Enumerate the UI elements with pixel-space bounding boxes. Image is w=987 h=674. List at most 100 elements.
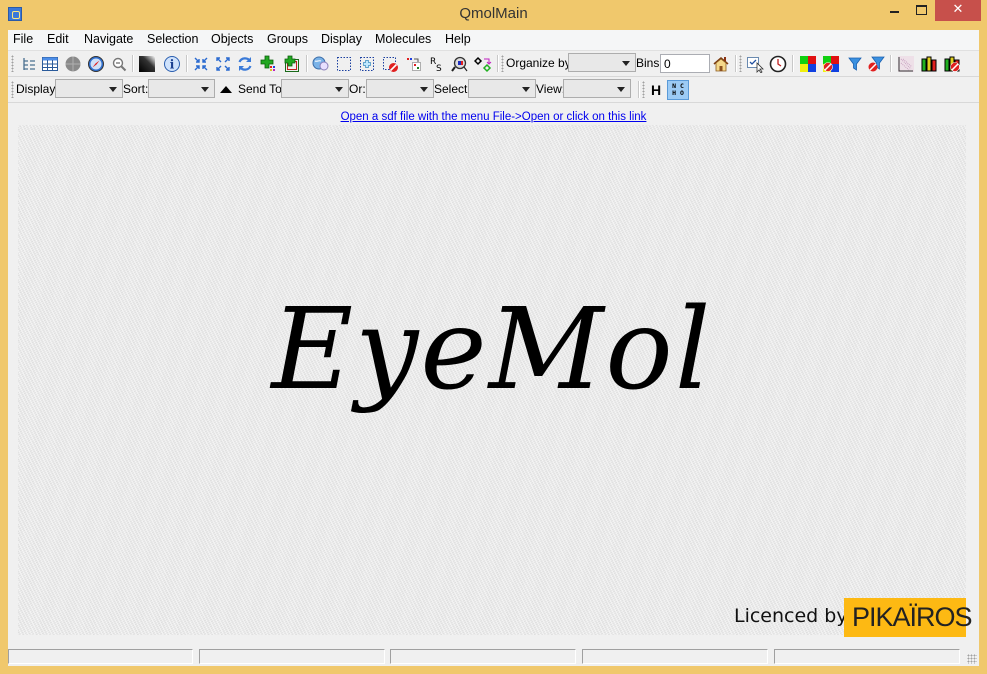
filter-toolbar: Display: Sort: Send To: Or: Select: View… — [8, 77, 979, 103]
select-remove-icon[interactable] — [381, 55, 399, 73]
open-sdf-link[interactable]: Open a sdf file with the menu File->Open… — [8, 111, 979, 123]
atom-labels-toggle-button[interactable]: N C H O — [667, 80, 689, 100]
or-dropdown[interactable] — [366, 79, 434, 98]
scatter-icon[interactable] — [897, 55, 915, 73]
hydrogen-toggle-button[interactable]: H — [647, 81, 665, 99]
bar-chart-icon[interactable] — [920, 55, 938, 73]
pikairos-logo: PIKAÏROS — [844, 598, 973, 637]
main-toolbar: i R S Organize by: Bins: 0 — [8, 51, 979, 77]
toolbar-grip[interactable] — [11, 81, 14, 98]
select-dropdown[interactable] — [468, 79, 536, 98]
sort-label: Sort: — [123, 82, 149, 96]
menu-bar: File Edit Navigate Selection Objects Gro… — [8, 30, 979, 51]
bar-chart-clear-icon[interactable] — [943, 55, 961, 73]
select-add-icon[interactable] — [358, 55, 376, 73]
home-icon[interactable] — [712, 55, 730, 73]
bins-label: Bins: — [636, 56, 663, 70]
status-pane — [774, 649, 960, 664]
client-area: File Edit Navigate Selection Objects Gro… — [8, 30, 979, 666]
color-grid-icon[interactable] — [799, 55, 817, 73]
minimize-button[interactable] — [881, 0, 908, 21]
rs-icon[interactable]: RS — [428, 55, 446, 73]
filter-clear-icon[interactable] — [867, 55, 885, 73]
move-selection-icon[interactable] — [405, 55, 423, 73]
send-to-label: Send To: — [238, 82, 286, 96]
toolbar-grip[interactable] — [501, 55, 504, 72]
globe-search-icon[interactable] — [312, 55, 330, 73]
or-label: Or: — [349, 82, 366, 96]
toolbar-separator — [132, 55, 134, 72]
gray-circle-icon[interactable] — [64, 55, 82, 73]
chevron-down-icon — [335, 87, 343, 92]
zoom-icon[interactable] — [110, 55, 128, 73]
menu-selection[interactable]: Selection — [147, 32, 198, 46]
select-label: Select: — [434, 82, 471, 96]
clock-icon[interactable] — [769, 55, 787, 73]
menu-navigate[interactable]: Navigate — [84, 32, 133, 46]
welcome-panel: EyeMol — [18, 125, 966, 635]
toolbar-separator — [638, 81, 640, 98]
molecule-transform-icon[interactable] — [474, 55, 492, 73]
status-pane — [390, 649, 576, 664]
sort-ascending-icon[interactable] — [219, 82, 233, 96]
gradient-icon[interactable] — [138, 55, 156, 73]
sort-dropdown[interactable] — [148, 79, 215, 98]
refresh-icon[interactable] — [236, 55, 254, 73]
status-bar — [8, 646, 979, 666]
view-label: View: — [536, 82, 566, 96]
add-colored-icon[interactable] — [259, 55, 277, 73]
color-grid-clear-icon[interactable] — [822, 55, 840, 73]
app-window: QmolMain ✕ File Edit Navigate Selection … — [0, 0, 987, 674]
chevron-down-icon — [201, 87, 209, 92]
close-icon: ✕ — [952, 2, 964, 17]
shrink-icon[interactable] — [192, 55, 210, 73]
view-dropdown[interactable] — [563, 79, 631, 98]
resize-grip[interactable] — [967, 654, 977, 664]
menu-edit[interactable]: Edit — [47, 32, 69, 46]
toolbar-separator — [306, 55, 308, 72]
bins-input[interactable] — [660, 54, 710, 73]
rs-s-text: S — [436, 64, 442, 73]
organize-by-label: Organize by: — [506, 56, 575, 70]
select-rect-icon[interactable] — [335, 55, 353, 73]
compass-icon[interactable] — [87, 55, 105, 73]
chevron-down-icon — [617, 87, 625, 92]
maximize-button[interactable] — [908, 0, 935, 21]
chevron-down-icon — [522, 87, 530, 92]
status-pane — [199, 649, 385, 664]
menu-help[interactable]: Help — [445, 32, 471, 46]
close-button[interactable]: ✕ — [935, 0, 981, 21]
menu-groups[interactable]: Groups — [267, 32, 308, 46]
toolbar-separator — [497, 55, 499, 72]
display-label: Display: — [16, 82, 59, 96]
toolbar-grip[interactable] — [739, 55, 742, 72]
menu-file[interactable]: File — [13, 32, 33, 46]
menu-objects[interactable]: Objects — [211, 32, 253, 46]
toolbar-separator — [186, 55, 188, 72]
filter-icon[interactable] — [846, 55, 864, 73]
toolbar-grip[interactable] — [11, 55, 14, 72]
chevron-down-icon — [420, 87, 428, 92]
menu-display[interactable]: Display — [321, 32, 362, 46]
tree-view-icon[interactable] — [20, 55, 38, 73]
title-bar[interactable]: QmolMain ✕ — [0, 0, 987, 29]
main-canvas: Open a sdf file with the menu File->Open… — [8, 103, 979, 644]
inspect-icon[interactable] — [451, 55, 469, 73]
status-pane — [582, 649, 768, 664]
toolbar-separator — [890, 55, 892, 72]
minimize-icon — [890, 10, 899, 13]
send-to-dropdown[interactable] — [281, 79, 349, 98]
toolbar-separator — [735, 55, 737, 72]
maximize-icon — [916, 4, 927, 15]
organize-by-dropdown[interactable] — [568, 53, 636, 72]
ncho-bottom-text: H O — [672, 89, 684, 97]
expand-icon[interactable] — [214, 55, 232, 73]
menu-molecules[interactable]: Molecules — [375, 32, 431, 46]
info-icon[interactable]: i — [163, 55, 181, 73]
display-dropdown[interactable] — [55, 79, 123, 98]
select-pointer-icon[interactable] — [746, 55, 764, 73]
table-view-icon[interactable] — [41, 55, 59, 73]
add-framed-icon[interactable] — [283, 55, 301, 73]
svg-text:i: i — [170, 58, 175, 72]
toolbar-grip[interactable] — [642, 81, 645, 98]
